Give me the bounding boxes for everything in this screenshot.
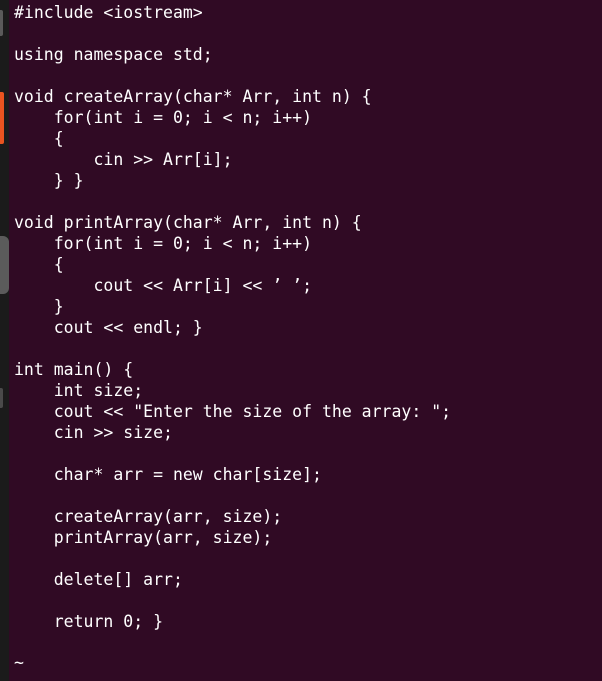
code-line: delete[] arr;: [14, 570, 183, 589]
code-line: for(int i = 0; i < n; i++): [14, 108, 313, 127]
code-line: cin >> Arr[i];: [14, 150, 233, 169]
editor-text-area[interactable]: #include <iostream> using namespace std;…: [14, 2, 602, 681]
code-line: cin >> size;: [14, 423, 173, 442]
code-line: #include <iostream>: [14, 3, 203, 22]
code-line: using namespace std;: [14, 45, 213, 64]
code-line: for(int i = 0; i < n; i++): [14, 234, 313, 253]
dock-app-icon[interactable]: [0, 10, 3, 36]
code-line: void printArray(char* Arr, int n) {: [14, 213, 362, 232]
dock-app-icon[interactable]: [0, 388, 3, 408]
code-line: {: [14, 129, 64, 148]
code-line: cout << endl; }: [14, 318, 203, 337]
code-line: }: [14, 297, 64, 316]
empty-line-marker: ~: [14, 653, 24, 672]
code-line: cout << "Enter the size of the array: ";: [14, 402, 452, 421]
code-line: } }: [14, 171, 84, 190]
code-line: cout << Arr[i] << ’ ’;: [14, 276, 313, 295]
code-line: int main() {: [14, 360, 134, 379]
launcher-dock: [0, 0, 9, 681]
code-line: void createArray(char* Arr, int n) {: [14, 87, 372, 106]
code-line: return 0; }: [14, 612, 164, 631]
code-line: {: [14, 255, 64, 274]
code-line: int size;: [14, 381, 144, 400]
dock-app-icon[interactable]: [0, 236, 9, 294]
dock-active-app-indicator[interactable]: [0, 92, 4, 144]
code-line: char* arr = new char[size];: [14, 465, 322, 484]
terminal-window[interactable]: #include <iostream> using namespace std;…: [0, 0, 602, 681]
code-line: printArray(arr, size);: [14, 528, 273, 547]
code-line: createArray(arr, size);: [14, 507, 283, 526]
